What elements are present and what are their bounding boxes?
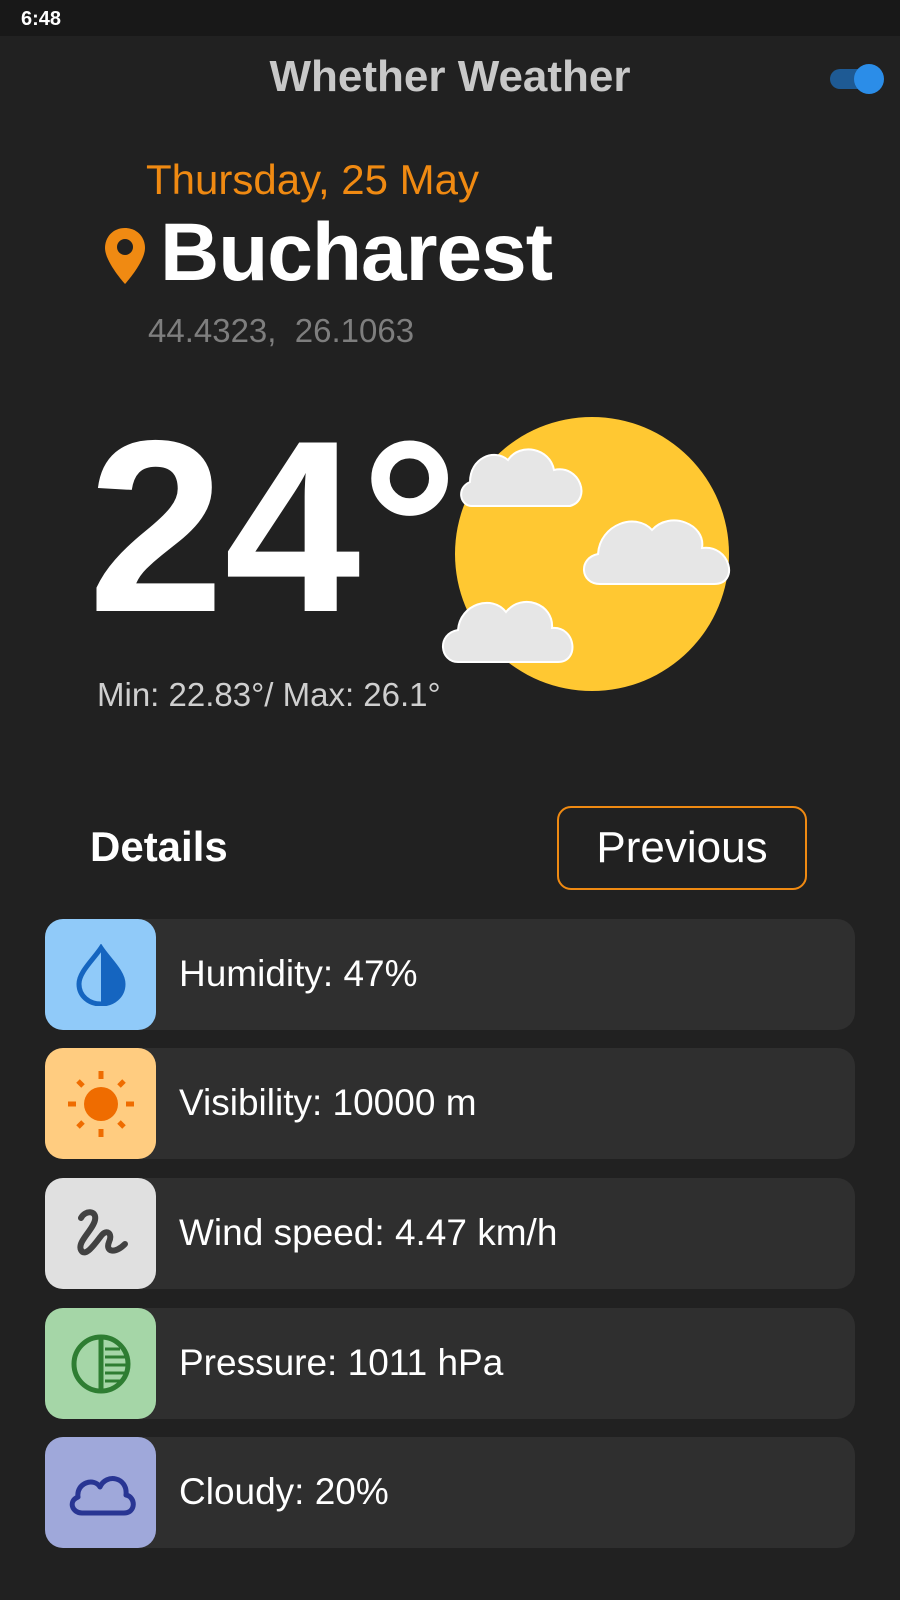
sun-icon [45, 1048, 156, 1159]
cloud-icon [45, 1437, 156, 1548]
app-title: Whether Weather [269, 52, 631, 101]
coordinates: 44.4323, 26.1063 [148, 312, 415, 349]
pressure-label: Pressure: 1011 hPa [179, 1342, 504, 1383]
water-drop-icon [45, 919, 156, 1030]
detail-row-humidity: Humidity: 47% [45, 919, 855, 1030]
pressure-gauge-icon [45, 1308, 156, 1419]
wind-squiggle-icon [45, 1178, 156, 1289]
humidity-label: Humidity: 47% [179, 953, 418, 994]
date-label: Thursday, 25 May [146, 156, 480, 203]
status-time: 6:48 [21, 8, 62, 30]
theme-toggle[interactable] [830, 64, 884, 94]
current-temperature: 24° [88, 389, 459, 663]
city-name: Bucharest [160, 207, 553, 298]
cloudy-label: Cloudy: 20% [179, 1471, 389, 1512]
details-heading: Details [90, 823, 228, 870]
status-bar: 6:48 [0, 0, 900, 36]
detail-row-pressure: Pressure: 1011 hPa [45, 1308, 855, 1419]
detail-row-wind: Wind speed: 4.47 km/h [45, 1178, 855, 1289]
toggle-knob [854, 64, 884, 94]
visibility-label: Visibility: 10000 m [179, 1082, 477, 1123]
previous-button[interactable]: Previous [557, 806, 807, 890]
detail-row-visibility: Visibility: 10000 m [45, 1048, 855, 1159]
detail-row-cloudy: Cloudy: 20% [45, 1437, 855, 1548]
wind-speed-label: Wind speed: 4.47 km/h [179, 1212, 558, 1253]
min-max-temperature: Min: 22.83°/ Max: 26.1° [97, 676, 441, 713]
sun-with-clouds-icon [442, 417, 731, 691]
location-pin-icon [105, 228, 145, 284]
